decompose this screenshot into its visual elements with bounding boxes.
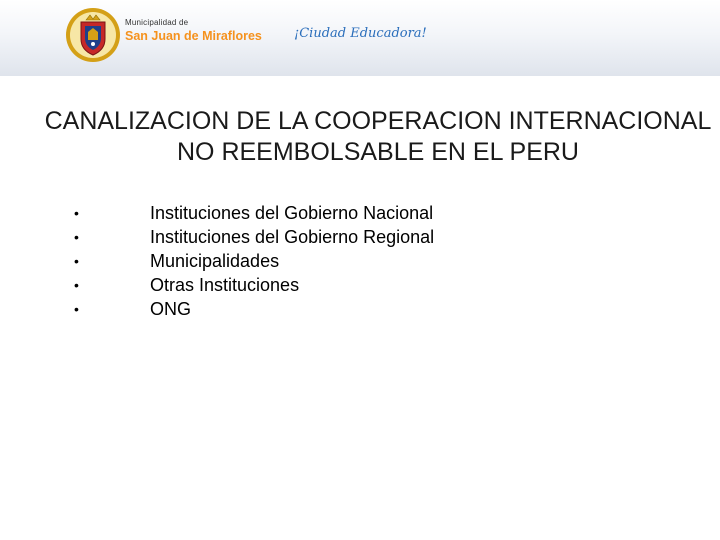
list-item-text: Instituciones del Gobierno Nacional <box>150 203 434 223</box>
list-item-text: Instituciones del Gobierno Regional <box>150 227 435 247</box>
bullet-icon: • <box>74 277 79 293</box>
header-band: Municipalidad de San Juan de Miraflores … <box>0 0 720 76</box>
municipal-crest-icon <box>66 8 120 62</box>
list-item-text: ONG <box>150 299 192 319</box>
municipality-label: Municipalidad de <box>125 18 189 27</box>
list-item: • Otras Instituciones <box>0 273 720 297</box>
list-item: • Municipalidades <box>0 249 720 273</box>
bullet-icon: • <box>74 253 79 269</box>
bullet-icon: • <box>74 205 79 221</box>
slogan: ¡Ciudad Educadora! <box>294 26 427 41</box>
list-item-text: Otras Instituciones <box>150 275 300 295</box>
municipality-name: San Juan de Miraflores <box>125 29 262 43</box>
slide-title: CANALIZACION DE LA COOPERACION INTERNACI… <box>44 107 712 166</box>
list-item-text: Municipalidades <box>150 251 280 271</box>
list-item: • ONG <box>0 297 720 321</box>
bullet-icon: • <box>74 229 79 245</box>
bullet-list: • Instituciones del Gobierno Nacional • … <box>0 201 720 321</box>
list-item: • Instituciones del Gobierno Regional <box>0 225 720 249</box>
list-item: • Instituciones del Gobierno Nacional <box>0 201 720 225</box>
bullet-icon: • <box>74 301 79 317</box>
